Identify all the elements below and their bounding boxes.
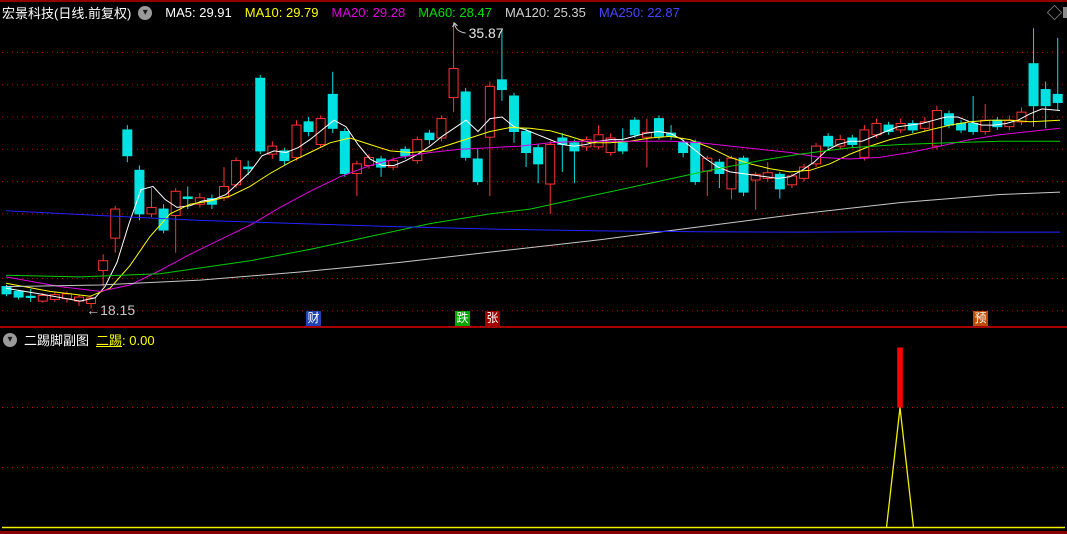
candles-layer (1, 22, 1063, 309)
low-annotation: ←18.15 (86, 302, 135, 318)
event-marker-zhang[interactable]: 张 (485, 311, 500, 326)
stock-chart-window: 35.87 ←18.15 宏景科技(日线.前复权) ▾ MA5: 29.91 MA… (0, 0, 1067, 534)
panel-divider[interactable] (0, 326, 1067, 328)
indicator-title: 二踢脚副图 (24, 333, 90, 348)
indicator-spike (885, 347, 915, 528)
ma120-label: MA120: 25.35 (504, 5, 586, 20)
spike-red-cap (897, 347, 903, 408)
window-edge-handle (1063, 7, 1067, 18)
svg-text:←18.15: ←18.15 (86, 302, 135, 318)
ma5-label: MA5: 29.91 (165, 5, 232, 20)
svg-text:35.87: 35.87 (469, 25, 504, 41)
price-chart-canvas[interactable]: 35.87 ←18.15 (0, 0, 1067, 534)
event-marker-yu[interactable]: 预 (973, 311, 988, 326)
ma20-label: MA20: 29.28 (331, 5, 406, 20)
indicator-series-label[interactable]: 二踢 (96, 333, 122, 348)
ma250-label: MA250: 22.87 (598, 5, 680, 20)
event-marker-cai[interactable]: 财 (306, 311, 321, 326)
ma-lines-layer (5, 108, 1061, 302)
indicator-panel-header: ▾ 二踢脚副图 二踢: 0.00 (3, 330, 155, 349)
chevron-down-icon[interactable]: ▾ (138, 5, 153, 20)
high-annotation: 35.87 (452, 22, 504, 41)
indicator-series-value: : 0.00 (122, 333, 155, 348)
main-chart-header: 宏景科技(日线.前复权) ▾ MA5: 29.91 MA10: 29.79 MA… (2, 3, 680, 22)
chevron-down-icon[interactable]: ▾ (3, 332, 17, 347)
ma-line-ma120 (5, 191, 1061, 288)
window-top-border (0, 0, 1067, 2)
ma-line-ma5 (5, 108, 1061, 302)
ma10-label: MA10: 29.79 (244, 5, 319, 20)
event-marker-die[interactable]: 跌 (455, 311, 470, 326)
ma60-label: MA60: 28.47 (418, 5, 492, 20)
stock-title: 宏景科技(日线.前复权) (2, 6, 132, 21)
indicator-series-readout: 二踢: 0.00 (96, 330, 155, 349)
main-gridlines (2, 51, 1065, 312)
